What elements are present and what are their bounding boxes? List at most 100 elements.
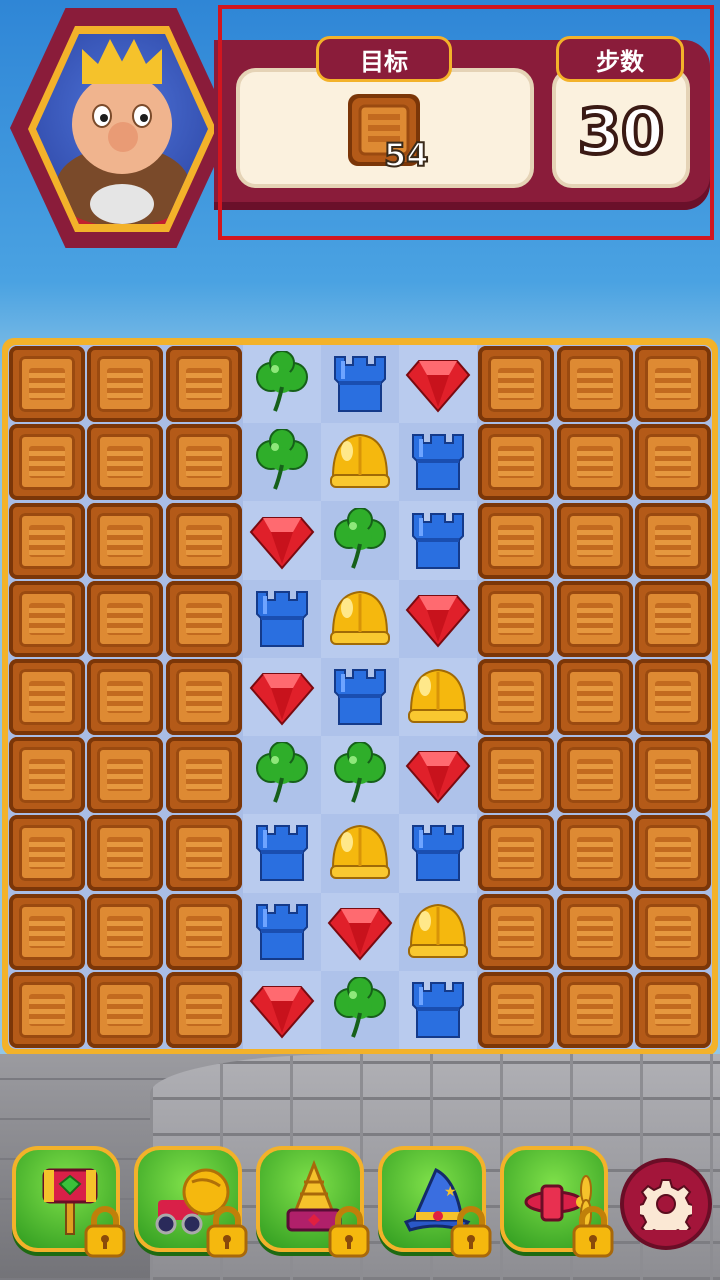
board-cell[interactable] bbox=[634, 423, 712, 501]
board-cell[interactable] bbox=[556, 580, 634, 658]
board-cell[interactable] bbox=[556, 893, 634, 971]
board-cell[interactable] bbox=[320, 736, 400, 815]
board-cell[interactable] bbox=[86, 423, 164, 501]
booster-boxing-glove[interactable] bbox=[134, 1146, 248, 1258]
board-cell[interactable] bbox=[164, 658, 242, 736]
board-cell[interactable] bbox=[8, 580, 86, 658]
board-cell[interactable] bbox=[399, 657, 478, 737]
board-cell[interactable] bbox=[477, 580, 555, 658]
board-cell[interactable] bbox=[399, 579, 478, 658]
board-cell[interactable] bbox=[86, 814, 164, 892]
crate-block bbox=[165, 580, 242, 657]
board-cell[interactable] bbox=[634, 971, 712, 1049]
clover-icon bbox=[255, 351, 308, 412]
board-cell[interactable] bbox=[164, 893, 242, 971]
board-cell[interactable] bbox=[86, 893, 164, 971]
board-cell[interactable] bbox=[164, 423, 242, 501]
board-cell[interactable] bbox=[399, 814, 478, 893]
booster-cannon[interactable] bbox=[256, 1146, 370, 1258]
board-cell[interactable] bbox=[399, 345, 478, 424]
board-cell[interactable] bbox=[320, 501, 400, 580]
board-cell[interactable] bbox=[634, 658, 712, 736]
crate-block bbox=[478, 971, 555, 1048]
board-cell[interactable] bbox=[164, 971, 242, 1049]
board-cell[interactable] bbox=[320, 657, 400, 737]
board-cell[interactable] bbox=[86, 345, 164, 423]
board-cell[interactable] bbox=[477, 345, 555, 423]
gem-icon bbox=[405, 594, 471, 648]
board-cell[interactable] bbox=[242, 892, 321, 971]
board-cell[interactable] bbox=[634, 893, 712, 971]
board-cell[interactable] bbox=[242, 814, 321, 893]
board-cell[interactable] bbox=[8, 971, 86, 1049]
board-cell[interactable] bbox=[556, 345, 634, 423]
board-cell[interactable] bbox=[86, 971, 164, 1049]
board-cell[interactable] bbox=[164, 814, 242, 892]
board-cell[interactable] bbox=[8, 345, 86, 423]
board-cell[interactable] bbox=[242, 736, 321, 815]
board-cell[interactable] bbox=[320, 423, 400, 502]
board-cell[interactable] bbox=[399, 501, 478, 580]
crate-block bbox=[556, 971, 633, 1048]
booster-wizard-hat[interactable]: ★ bbox=[378, 1146, 492, 1258]
board-cell[interactable] bbox=[634, 501, 712, 579]
board-cell[interactable] bbox=[164, 580, 242, 658]
helmet-icon bbox=[329, 434, 390, 489]
clover-icon bbox=[333, 976, 386, 1038]
settings-button[interactable] bbox=[620, 1158, 712, 1250]
board-cell[interactable] bbox=[242, 657, 321, 737]
board-cell[interactable] bbox=[8, 423, 86, 501]
king-eye-left bbox=[92, 104, 112, 128]
board-cell[interactable] bbox=[86, 580, 164, 658]
board-cell[interactable] bbox=[556, 736, 634, 814]
board-cell[interactable] bbox=[242, 579, 321, 658]
board-cell[interactable] bbox=[477, 736, 555, 814]
board-cell[interactable] bbox=[86, 658, 164, 736]
board-cell[interactable] bbox=[399, 892, 478, 971]
board-cell[interactable] bbox=[556, 814, 634, 892]
board-cell[interactable] bbox=[86, 736, 164, 814]
board-cell[interactable] bbox=[399, 736, 478, 815]
hud-highlight-box bbox=[218, 5, 714, 240]
board-cell[interactable] bbox=[164, 501, 242, 579]
board-cell[interactable] bbox=[320, 345, 400, 424]
board-cell[interactable] bbox=[242, 423, 321, 502]
board-cell[interactable] bbox=[477, 423, 555, 501]
board-cell[interactable] bbox=[634, 814, 712, 892]
board-cell[interactable] bbox=[399, 423, 478, 502]
board-cell[interactable] bbox=[320, 579, 400, 658]
board-cell[interactable] bbox=[320, 970, 400, 1049]
board-cell[interactable] bbox=[86, 501, 164, 579]
board-cell[interactable] bbox=[634, 345, 712, 423]
board-cell[interactable] bbox=[320, 814, 400, 893]
board-cell[interactable] bbox=[556, 423, 634, 501]
crate-block bbox=[87, 658, 164, 735]
board-cell[interactable] bbox=[477, 971, 555, 1049]
board-cell[interactable] bbox=[399, 970, 478, 1049]
board-cell[interactable] bbox=[242, 501, 321, 580]
board-cell[interactable] bbox=[8, 658, 86, 736]
booster-hammer[interactable] bbox=[12, 1146, 126, 1258]
board-cell[interactable] bbox=[477, 658, 555, 736]
board-cell[interactable] bbox=[556, 501, 634, 579]
board-cell[interactable] bbox=[164, 345, 242, 423]
board-cell[interactable] bbox=[556, 658, 634, 736]
clover-icon bbox=[255, 429, 308, 491]
board-cell[interactable] bbox=[477, 814, 555, 892]
board-cell[interactable] bbox=[477, 893, 555, 971]
board-cell[interactable] bbox=[634, 580, 712, 658]
board-cell[interactable] bbox=[8, 501, 86, 579]
board-cell[interactable] bbox=[634, 736, 712, 814]
crate-block bbox=[9, 737, 86, 814]
tower-icon bbox=[255, 903, 308, 960]
board-cell[interactable] bbox=[242, 970, 321, 1049]
board-cell[interactable] bbox=[8, 814, 86, 892]
board-cell[interactable] bbox=[242, 345, 321, 424]
board-cell[interactable] bbox=[477, 501, 555, 579]
board-cell[interactable] bbox=[556, 971, 634, 1049]
board-cell[interactable] bbox=[8, 736, 86, 814]
booster-airplane[interactable] bbox=[500, 1146, 614, 1258]
board-cell[interactable] bbox=[320, 892, 400, 971]
board-cell[interactable] bbox=[8, 893, 86, 971]
board-cell[interactable] bbox=[164, 736, 242, 814]
